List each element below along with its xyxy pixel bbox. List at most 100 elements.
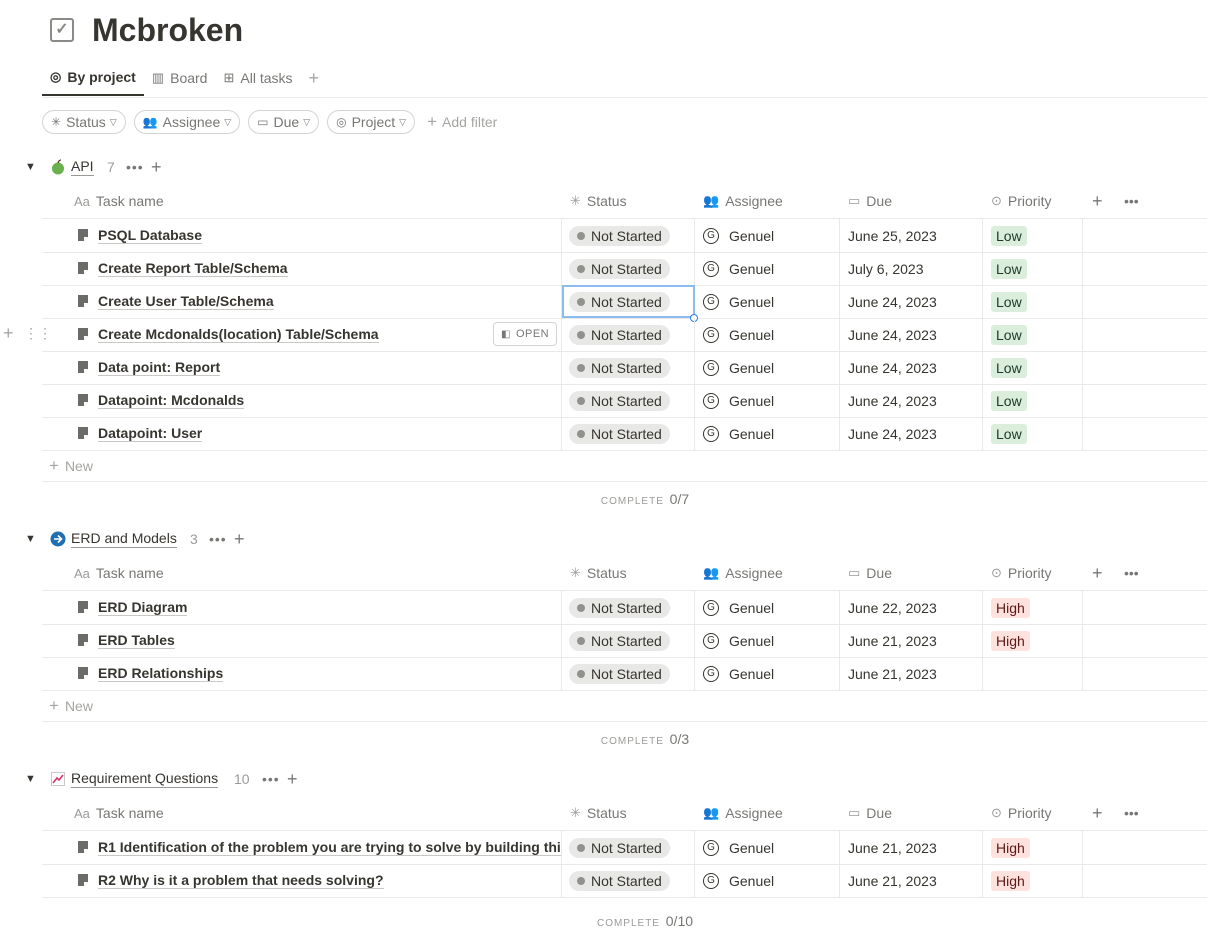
table-row[interactable]: Create User Table/Schema Not Started G Ge… (42, 285, 1207, 322)
selected-cell[interactable]: Not Started (562, 285, 695, 318)
col-status[interactable]: ✳ Status (570, 184, 627, 218)
assignee-name[interactable]: Genuel (729, 393, 774, 409)
due-date[interactable]: June 24, 2023 (848, 294, 937, 310)
due-date[interactable]: June 21, 2023 (848, 873, 937, 889)
col-priority[interactable]: ⊙ Priority (991, 556, 1051, 590)
col-due[interactable]: ▭ Due (848, 796, 892, 830)
col-due[interactable]: ▭ Due (848, 556, 892, 590)
assignee-name[interactable]: Genuel (729, 666, 774, 682)
col-priority[interactable]: ⊙ Priority (991, 796, 1051, 830)
status-badge[interactable]: Not Started (569, 870, 670, 891)
group-name[interactable]: ERD and Models (71, 530, 177, 548)
task-name[interactable]: Datapoint: User (98, 425, 203, 442)
status-badge[interactable]: Not Started (569, 663, 670, 684)
task-name[interactable]: Create Report Table/Schema (98, 260, 288, 277)
status-badge[interactable]: Not Started (569, 324, 670, 345)
col-status[interactable]: ✳ Status (570, 796, 627, 830)
col-task-name[interactable]: Aa Task name (74, 184, 164, 218)
add-property-button[interactable]: + (1092, 184, 1103, 218)
due-date[interactable]: June 25, 2023 (848, 228, 937, 244)
task-name[interactable]: Create Mcdonalds(location) Table/Schema (98, 326, 379, 343)
more-icon[interactable]: ••• (1124, 184, 1139, 218)
more-icon[interactable]: ••• (126, 159, 144, 175)
add-filter-button[interactable]: + Add filter (427, 112, 497, 132)
table-row[interactable]: + ⋮⋮ Create Mcdonalds(location) Table/Sc… (3, 318, 1207, 352)
col-assignee[interactable]: 👥 Assignee (703, 184, 783, 218)
table-row[interactable]: ERD Relationships Not Started G Genuel Ju… (42, 657, 1207, 691)
col-assignee[interactable]: 👥 Assignee (703, 556, 783, 590)
add-task-button[interactable]: + (151, 157, 162, 178)
task-name[interactable]: R1 Identification of the problem you are… (98, 839, 561, 856)
due-date[interactable]: June 24, 2023 (848, 327, 937, 343)
group-name[interactable]: Requirement Questions (71, 770, 219, 788)
assignee-name[interactable]: Genuel (729, 360, 774, 376)
table-row[interactable]: PSQL Database Not Started G Genuel June 2… (42, 219, 1207, 253)
status-badge[interactable]: Not Started (569, 423, 670, 444)
more-icon[interactable]: ••• (1124, 556, 1139, 590)
task-name[interactable]: R2 Why is it a problem that needs solvin… (98, 872, 384, 889)
task-name[interactable]: Create User Table/Schema (98, 293, 274, 310)
status-badge[interactable]: Not Started (569, 630, 670, 651)
group-name[interactable]: API (71, 158, 94, 176)
due-date[interactable]: July 6, 2023 (848, 261, 924, 277)
col-priority[interactable]: ⊙ Priority (991, 184, 1051, 218)
task-name[interactable]: ERD Diagram (98, 599, 188, 616)
status-badge[interactable]: Not Started (569, 291, 670, 312)
table-row[interactable]: R2 Why is it a problem that needs solvin… (42, 864, 1207, 898)
status-badge[interactable]: Not Started (569, 225, 670, 246)
task-name[interactable]: PSQL Database (98, 227, 203, 244)
assignee-name[interactable]: Genuel (729, 327, 774, 343)
add-view-button[interactable]: + (301, 60, 328, 96)
priority-badge[interactable]: Low (991, 258, 1027, 279)
due-date[interactable]: June 21, 2023 (848, 633, 937, 649)
assignee-name[interactable]: Genuel (729, 600, 774, 616)
table-row[interactable]: ERD Diagram Not Started G Genuel June 22,… (42, 591, 1207, 625)
table-row[interactable]: Create Report Table/Schema Not Started G… (42, 252, 1207, 286)
toggle-triangle-icon[interactable]: ▼ (25, 533, 36, 545)
more-icon[interactable]: ••• (209, 531, 227, 547)
status-badge[interactable]: Not Started (569, 837, 670, 858)
table-row[interactable]: Datapoint: User Not Started G Genuel June… (42, 417, 1207, 451)
task-name[interactable]: ERD Relationships (98, 665, 224, 682)
table-row[interactable]: Datapoint: Mcdonalds Not Started G Genuel… (42, 384, 1207, 418)
priority-badge[interactable]: High (991, 597, 1030, 618)
filter-project[interactable]: ◎ Project ▽ (327, 110, 416, 134)
priority-badge[interactable]: High (991, 837, 1030, 858)
due-date[interactable]: June 21, 2023 (848, 666, 937, 682)
col-assignee[interactable]: 👥 Assignee (703, 796, 783, 830)
add-property-button[interactable]: + (1092, 556, 1103, 590)
add-task-button[interactable]: + (234, 529, 245, 550)
table-row[interactable]: ERD Tables Not Started G Genuel June 21, … (42, 624, 1207, 658)
toggle-triangle-icon[interactable]: ▼ (25, 161, 36, 173)
priority-badge[interactable]: Low (991, 225, 1027, 246)
new-row-button[interactable]: + New (42, 690, 1207, 722)
assignee-name[interactable]: Genuel (729, 840, 774, 856)
filter-due[interactable]: ▭ Due ▽ (248, 110, 320, 134)
assignee-name[interactable]: Genuel (729, 294, 774, 310)
more-icon[interactable]: ••• (1124, 796, 1139, 830)
due-date[interactable]: June 24, 2023 (848, 360, 937, 376)
assignee-name[interactable]: Genuel (729, 228, 774, 244)
assignee-name[interactable]: Genuel (729, 426, 774, 442)
task-name[interactable]: Data point: Report (98, 359, 221, 376)
due-date[interactable]: June 21, 2023 (848, 840, 937, 856)
priority-badge[interactable]: High (991, 870, 1030, 891)
due-date[interactable]: June 22, 2023 (848, 600, 937, 616)
col-task-name[interactable]: Aa Task name (74, 556, 164, 590)
assignee-name[interactable]: Genuel (729, 261, 774, 277)
add-task-button[interactable]: + (287, 769, 298, 790)
add-property-button[interactable]: + (1092, 796, 1103, 830)
assignee-name[interactable]: Genuel (729, 873, 774, 889)
open-button[interactable]: ◧ OPEN (493, 322, 558, 346)
priority-empty-cell[interactable] (983, 657, 1083, 690)
toggle-triangle-icon[interactable]: ▼ (25, 773, 36, 785)
due-date[interactable]: June 24, 2023 (848, 426, 937, 442)
status-badge[interactable]: Not Started (569, 390, 670, 411)
status-badge[interactable]: Not Started (569, 597, 670, 618)
tab-all-tasks[interactable]: ⊞ All tasks (215, 60, 300, 96)
new-row-button[interactable]: + New (42, 450, 1207, 482)
page-title[interactable]: Mcbroken (92, 12, 243, 49)
priority-badge[interactable]: Low (991, 291, 1027, 312)
col-status[interactable]: ✳ Status (570, 556, 627, 590)
tab-by-project[interactable]: ◎ By project (42, 60, 144, 96)
